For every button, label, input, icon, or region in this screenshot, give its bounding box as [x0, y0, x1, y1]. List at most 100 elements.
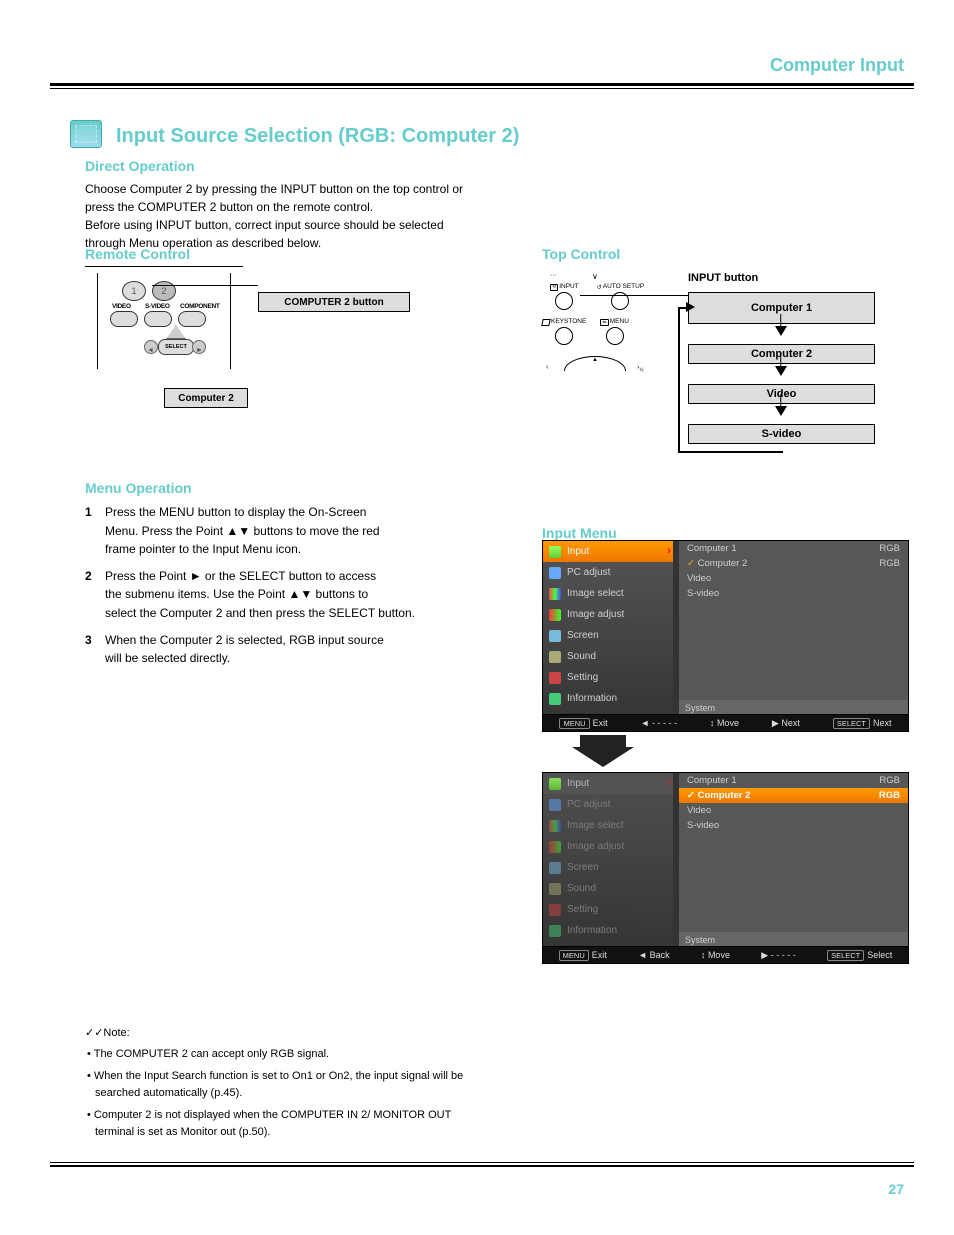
top-rule	[50, 83, 914, 89]
imageselect-icon	[549, 820, 561, 832]
osd2-video: Video	[679, 803, 908, 818]
direct-operation-heading: Direct Operation	[85, 158, 195, 174]
cycle-return-vline	[678, 307, 680, 452]
osd1-imageadjust-row: Image adjust	[543, 604, 673, 625]
computer-1-button: 1	[122, 281, 146, 301]
osd1-screen-row: Screen	[543, 625, 673, 646]
select-button: SELECT	[158, 339, 194, 355]
osd2-imageselect-row: Image select	[543, 815, 673, 836]
osd2-information-row: Information	[543, 920, 673, 941]
section-icon	[70, 120, 102, 148]
point-up-button	[166, 325, 186, 339]
note-2: • When the Input Search function is set …	[85, 1068, 485, 1101]
point-left-button: ◄	[144, 340, 158, 354]
imageadjust-icon	[549, 841, 561, 853]
menu-button-label: MENU	[610, 319, 629, 326]
chapter-title: Computer Input	[770, 55, 904, 76]
sound-icon	[549, 651, 561, 663]
osd1-system: System	[679, 700, 908, 715]
osd-screenshot-1: Input› PC adjust Image select Image adju…	[542, 540, 909, 732]
bottom-rule	[50, 1162, 914, 1167]
note-1: • The COMPUTER 2 can accept only RGB sig…	[85, 1046, 485, 1063]
menu-button-top	[606, 327, 624, 345]
top-panel-diagram: ··· ∨ ⟲INPUT ↺AUTO SETUP KEYSTONE ☰MENU …	[542, 272, 662, 372]
computer-2-button-label-box: COMPUTER 2 button	[258, 292, 410, 312]
osd1-computer-2: ✓ Computer 2RGB	[679, 556, 908, 571]
osd2-imageadjust-row: Image adjust	[543, 836, 673, 857]
input-lead-line	[580, 295, 688, 296]
imageselect-icon	[549, 588, 561, 600]
osd2-statusbar: MENUExit ◄ Back ↕ Move ▶ - - - - - SELEC…	[543, 946, 908, 963]
osd1-statusbar: MENUExit ◄ - - - - - ↕ Move ▶ Next SELEC…	[543, 714, 908, 731]
screen-icon	[549, 862, 561, 874]
osd2-input-row: Input›	[543, 773, 673, 794]
note-block: ✓✓Note: • The COMPUTER 2 can accept only…	[85, 1025, 485, 1146]
input-menu-heading: Input Menu	[542, 525, 617, 541]
input-button-lead-label: INPUT button	[688, 272, 758, 284]
cycle-computer-2: Computer 2	[688, 344, 875, 364]
information-icon	[549, 925, 561, 937]
note-3: • Computer 2 is not displayed when the C…	[85, 1107, 485, 1140]
pcadjust-icon	[549, 799, 561, 811]
keystone-button-top	[555, 327, 573, 345]
osd1-information-row: Information	[543, 688, 673, 709]
pcadjust-icon	[549, 567, 561, 579]
osd2-system: System	[679, 932, 908, 947]
top-control-heading: Top Control	[542, 246, 922, 262]
computer-2-cycle-box: Computer 2	[164, 388, 248, 408]
osd1-svideo: S-video	[679, 586, 908, 601]
remote-diagram: 1 2 VIDEO S-VIDEO COMPONENT ◄ SELECT ►	[85, 266, 243, 375]
point-right-button: ►	[192, 340, 206, 354]
video-button	[110, 311, 138, 327]
information-icon	[549, 693, 561, 705]
osd1-input-row: Input›	[543, 541, 673, 562]
osd2-setting-row: Setting	[543, 899, 673, 920]
flow-arrow-down-icon	[572, 735, 634, 767]
osd2-svideo: S-video	[679, 818, 908, 833]
input-icon	[549, 546, 561, 558]
input-icon	[549, 778, 561, 790]
osd1-video: Video	[679, 571, 908, 586]
osd2-computer-1: Computer 1RGB	[679, 773, 908, 788]
setting-icon	[549, 672, 561, 684]
menu-operation-text: 1Press the MENU button to display the On…	[85, 503, 490, 676]
osd1-sound-row: Sound	[543, 646, 673, 667]
osd1-setting-row: Setting	[543, 667, 673, 688]
osd2-computer-2: ✓ Computer 2RGB	[679, 788, 908, 803]
check-icon: ✓	[85, 1027, 94, 1039]
cycle-video: Video	[688, 384, 875, 404]
input-button-label: INPUT	[559, 284, 579, 291]
computer-2-button: 2	[152, 281, 176, 301]
keystone-button-label: KEYSTONE	[551, 319, 586, 326]
osd1-pcadjust-row: PC adjust	[543, 562, 673, 583]
lead-line	[152, 285, 258, 286]
chevron-right-icon: ›	[667, 543, 671, 557]
setting-icon	[549, 904, 561, 916]
osd2-screen-row: Screen	[543, 857, 673, 878]
remote-heading: Remote Control	[85, 246, 190, 262]
svideo-label: S-VIDEO	[145, 303, 170, 310]
imageadjust-icon	[549, 609, 561, 621]
osd1-imageselect-row: Image select	[543, 583, 673, 604]
osd2-pcadjust-row: PC adjust	[543, 794, 673, 815]
input-button-top	[555, 292, 573, 310]
menu-operation-heading: Menu Operation	[85, 480, 192, 496]
sound-icon	[549, 883, 561, 895]
screen-icon	[549, 630, 561, 642]
cycle-return-arrowhead	[686, 302, 695, 312]
osd2-sound-row: Sound	[543, 878, 673, 899]
osd-screenshot-2: Input› PC adjust Image select Image adju…	[542, 772, 909, 964]
direct-text-1: Choose Computer 2 by pressing the INPUT …	[85, 182, 463, 214]
component-label: COMPONENT	[180, 303, 220, 310]
autosetup-button-label: AUTO SETUP	[603, 284, 644, 291]
page-number: 27	[888, 1181, 904, 1197]
section-title: Input Source Selection (RGB: Computer 2)	[116, 125, 519, 148]
input-cycle-diagram: Computer 1 Computer 2 Video S-video	[688, 292, 878, 444]
cycle-computer-1: Computer 1	[688, 292, 875, 324]
direct-operation-text: Choose Computer 2 by pressing the INPUT …	[85, 180, 485, 252]
cycle-return-hline-bottom	[678, 451, 783, 453]
osd1-computer-1: Computer 1RGB	[679, 541, 908, 556]
cycle-svideo: S-video	[688, 424, 875, 444]
chevron-right-icon: ›	[667, 775, 671, 789]
video-label: VIDEO	[112, 303, 131, 310]
